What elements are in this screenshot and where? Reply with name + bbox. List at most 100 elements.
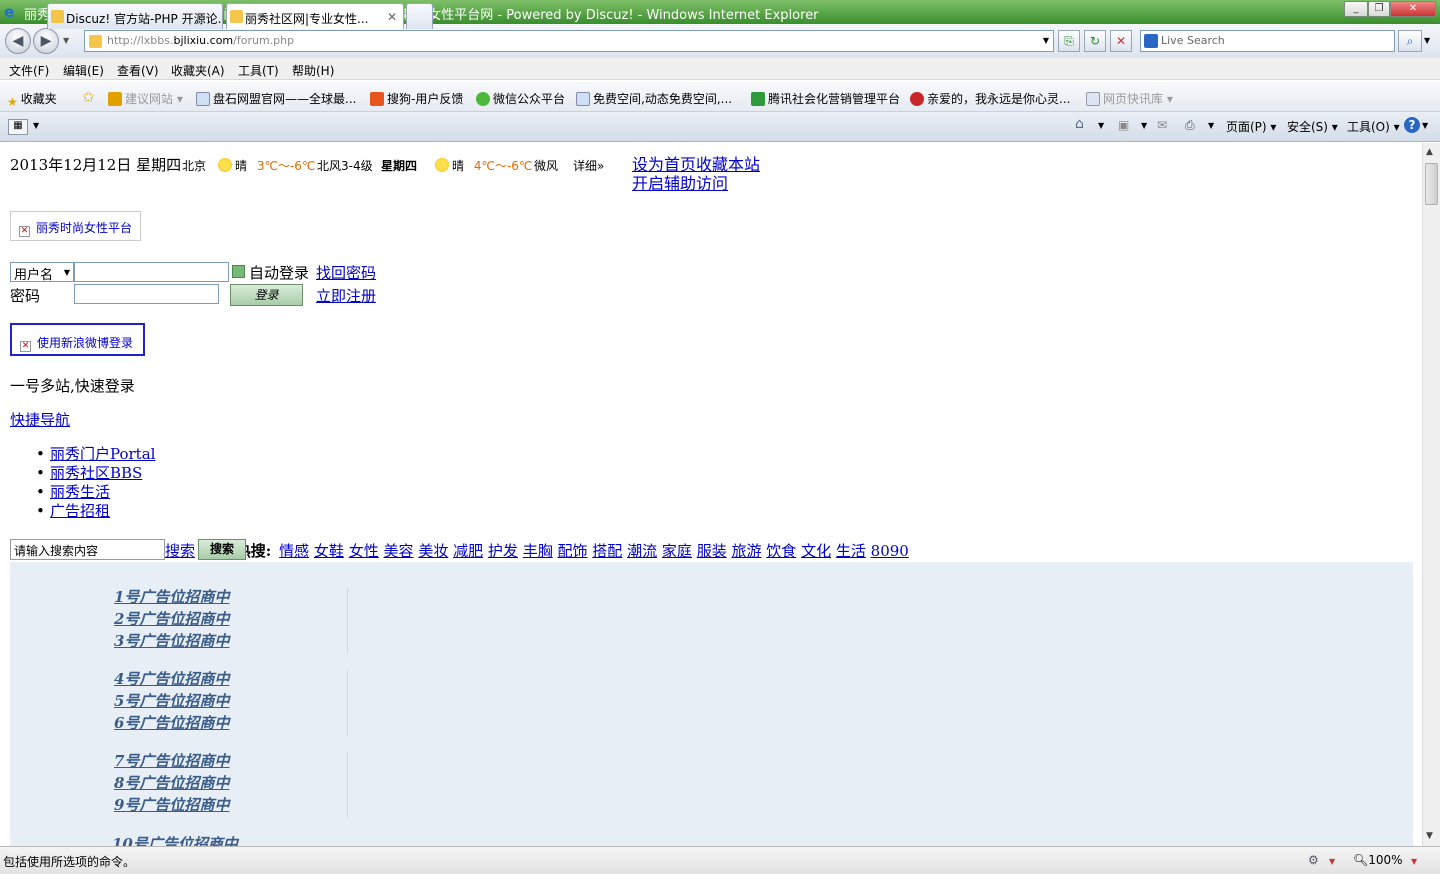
- print-dropdown-icon[interactable]: ▼: [1208, 121, 1214, 130]
- menu-file[interactable]: 文件(F): [9, 62, 49, 79]
- nav-link-life[interactable]: 丽秀生活: [50, 483, 110, 501]
- search-go-button[interactable]: ⌕: [1398, 30, 1422, 52]
- tab-list-dropdown-icon[interactable]: ▼: [33, 121, 39, 130]
- site-logo[interactable]: ✕ 丽秀时尚女性平台: [10, 211, 141, 241]
- new-tab-button[interactable]: [406, 3, 433, 29]
- fav-item-suggested[interactable]: 建议网站 ▾: [108, 90, 183, 107]
- ad-slot-4[interactable]: 4号广告位招商中: [114, 668, 349, 690]
- fav-item-tencent[interactable]: 腾讯社会化营销管理平台: [751, 90, 900, 107]
- favorites-button[interactable]: ★ 收藏夹: [7, 90, 57, 109]
- feeds-icon[interactable]: ▣: [1118, 118, 1129, 132]
- zoom-dropdown-icon[interactable]: ▼: [1411, 857, 1417, 866]
- tab-lixiu[interactable]: 丽秀社区网|专业女性... ✕: [226, 3, 404, 29]
- auto-login-checkbox[interactable]: [232, 265, 245, 278]
- home-dropdown-icon[interactable]: ▼: [1098, 121, 1104, 130]
- hot-term[interactable]: 生活: [836, 542, 866, 560]
- weather-detail-link[interactable]: 详细»: [573, 157, 604, 174]
- nav-link-bbs[interactable]: 丽秀社区BBS: [50, 464, 142, 482]
- vertical-scrollbar[interactable]: ▲ ▼: [1422, 143, 1440, 846]
- ad-slot-10[interactable]: 10号广告位招商中: [112, 833, 347, 846]
- safety-menu[interactable]: 安全(S) ▾: [1287, 118, 1338, 135]
- nav-link-portal[interactable]: 丽秀门户Portal: [50, 445, 155, 463]
- accessibility-link[interactable]: 开启辅助访问: [632, 170, 728, 194]
- quick-nav-link[interactable]: 快捷导航: [10, 409, 70, 430]
- hot-term[interactable]: 家庭: [662, 542, 692, 560]
- fav-item-panshi[interactable]: 盘石网盟官网——全球最...: [196, 90, 356, 107]
- weibo-login-button[interactable]: ✕ 使用新浪微博登录: [10, 323, 145, 356]
- site-search-button[interactable]: 搜索: [198, 539, 246, 560]
- maximize-button[interactable]: ❐: [1368, 1, 1390, 17]
- fav-item-sogou[interactable]: 搜狗-用户反馈: [370, 90, 463, 107]
- hot-term[interactable]: 潮流: [627, 542, 657, 560]
- fav-item-wechat[interactable]: 微信公众平台: [476, 90, 565, 107]
- quick-tabs-icon[interactable]: ▦: [8, 119, 28, 135]
- ad-slot-9[interactable]: 9号广告位招商中: [114, 794, 349, 816]
- scroll-down-icon[interactable]: ▼: [1426, 831, 1433, 841]
- address-field[interactable]: http://lxbbs.bjlixiu.com/forum.php ▼: [84, 30, 1054, 52]
- hot-term[interactable]: 饮食: [766, 542, 796, 560]
- close-tab-icon[interactable]: ✕: [387, 10, 397, 24]
- ad-slot-7[interactable]: 7号广告位招商中: [114, 750, 349, 772]
- close-window-button[interactable]: ✕: [1390, 1, 1436, 17]
- help-dropdown-icon[interactable]: ▼: [1422, 121, 1428, 130]
- login-field-select[interactable]: 用户名 ▼: [10, 262, 74, 283]
- hot-term[interactable]: 文化: [801, 542, 831, 560]
- hot-term[interactable]: 美容: [384, 542, 414, 560]
- nav-link-ads[interactable]: 广告招租: [50, 502, 110, 520]
- hot-term[interactable]: 旅游: [731, 542, 761, 560]
- fav-item-free-space[interactable]: 免费空间,动态免费空间,...: [576, 90, 732, 107]
- hot-term[interactable]: 丰胸: [523, 542, 553, 560]
- hot-term[interactable]: 女鞋: [314, 542, 344, 560]
- ad-slot-8[interactable]: 8号广告位招商中: [114, 772, 349, 794]
- password-input[interactable]: [74, 284, 219, 304]
- search-options-icon[interactable]: ▼: [1424, 36, 1430, 45]
- hot-term[interactable]: 情感: [279, 542, 309, 560]
- forward-button[interactable]: ▶: [33, 28, 59, 54]
- refresh-button[interactable]: ↻: [1084, 30, 1106, 52]
- hot-term[interactable]: 护发: [488, 542, 518, 560]
- fav-item-dear[interactable]: 亲爱的，我永远是你心灵...: [910, 90, 1070, 107]
- ad-slot-6[interactable]: 6号广告位招商中: [114, 712, 349, 734]
- hot-term[interactable]: 8090: [871, 542, 909, 560]
- username-input[interactable]: [74, 262, 229, 282]
- fav-item-webslice[interactable]: 网页快讯库 ▾: [1086, 90, 1173, 107]
- hot-term[interactable]: 减肥: [453, 542, 483, 560]
- address-dropdown-icon[interactable]: ▼: [1043, 36, 1049, 45]
- compat-view-button[interactable]: ⎘: [1058, 30, 1080, 52]
- print-icon[interactable]: ⎙: [1185, 118, 1195, 133]
- help-icon[interactable]: ?: [1404, 117, 1420, 133]
- tab-discuz[interactable]: Discuz! 官方站-PHP 开源论...: [47, 3, 223, 29]
- scrollbar-thumb[interactable]: [1425, 163, 1438, 205]
- live-search-input[interactable]: Live Search: [1140, 30, 1395, 52]
- home-icon[interactable]: ⌂: [1075, 116, 1084, 132]
- menu-view[interactable]: 查看(V): [117, 62, 159, 79]
- stop-button[interactable]: ✕: [1110, 30, 1132, 52]
- hot-term[interactable]: 服装: [697, 542, 727, 560]
- minimize-button[interactable]: _: [1344, 1, 1368, 17]
- site-search-input[interactable]: 请输入搜索内容: [10, 539, 165, 560]
- ad-slot-1[interactable]: 1号广告位招商中: [114, 586, 349, 608]
- ad-slot-2[interactable]: 2号广告位招商中: [114, 608, 349, 630]
- hot-term[interactable]: 配饰: [558, 542, 588, 560]
- tools-menu[interactable]: 工具(O) ▾: [1347, 118, 1400, 135]
- protected-mode-dropdown-icon[interactable]: ▼: [1329, 857, 1335, 866]
- back-button[interactable]: ◀: [5, 28, 31, 54]
- menu-edit[interactable]: 编辑(E): [63, 62, 104, 79]
- menu-tools[interactable]: 工具(T): [238, 62, 279, 79]
- ad-slot-5[interactable]: 5号广告位招商中: [114, 690, 349, 712]
- protected-mode-icon[interactable]: ⚙: [1308, 853, 1319, 867]
- zoom-level[interactable]: 🔍︎100%: [1353, 853, 1403, 867]
- hot-term[interactable]: 搭配: [592, 542, 622, 560]
- add-favorite-icon[interactable]: ✩: [82, 88, 95, 106]
- search-link[interactable]: 搜索: [165, 542, 195, 560]
- mail-icon[interactable]: ✉: [1157, 118, 1167, 132]
- history-dropdown-icon[interactable]: ▼: [63, 36, 69, 45]
- menu-help[interactable]: 帮助(H): [292, 62, 334, 79]
- hot-term[interactable]: 女性: [349, 542, 379, 560]
- find-password-link[interactable]: 找回密码: [316, 262, 376, 283]
- login-button[interactable]: 登录: [230, 284, 303, 306]
- page-menu[interactable]: 页面(P) ▾: [1226, 118, 1276, 135]
- menu-favorites[interactable]: 收藏夹(A): [171, 62, 225, 79]
- scroll-up-icon[interactable]: ▲: [1426, 147, 1433, 157]
- hot-term[interactable]: 美妆: [418, 542, 448, 560]
